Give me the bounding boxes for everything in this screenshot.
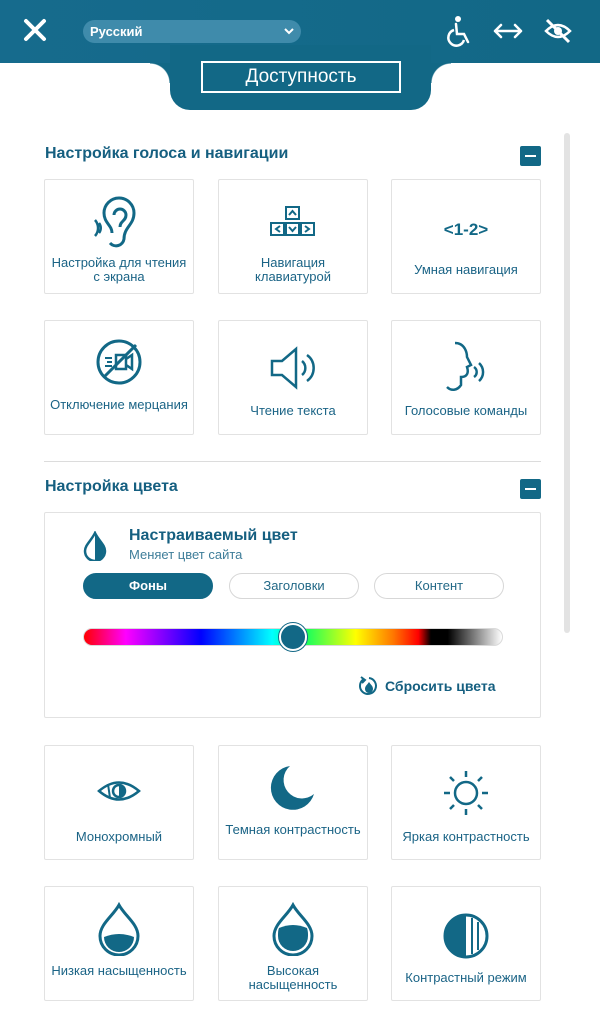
tile-voice-commands[interactable]: Голосовые команды [391, 320, 541, 435]
speaker-icon [270, 346, 315, 390]
tile-label: Голосовые команды [404, 403, 528, 418]
sun-icon [444, 771, 488, 815]
wheelchair-icon[interactable] [444, 14, 474, 48]
language-select[interactable]: Русский [83, 20, 301, 43]
tile-label: Яркая контрастность [402, 829, 530, 844]
section-title-color: Настройка цвета [45, 478, 178, 495]
tile-label: Монохромный [75, 829, 163, 844]
drop-half-icon [83, 531, 107, 561]
reset-colors-label: Сбросить цвета [385, 678, 496, 694]
moon-icon [270, 766, 314, 810]
tile-label: Умная навигация [414, 262, 518, 277]
tile-flicker-off[interactable]: Отключение мерцания [44, 320, 194, 435]
tile-monochrome[interactable]: Монохромный [44, 745, 194, 860]
section-title-voice-nav: Настройка голоса и навигации [45, 145, 289, 162]
tile-bright-contrast[interactable]: Яркая контрастность [391, 745, 541, 860]
tile-contrast-mode[interactable]: Контрастный режим [391, 886, 541, 1001]
eye-off-icon[interactable] [543, 14, 573, 48]
tile-label: Низкая насыщенность [51, 963, 187, 978]
voice-command-icon [446, 341, 485, 391]
tile-high-saturation[interactable]: Высокая насыщенность [218, 886, 368, 1001]
tile-label: Высокая насыщенность [248, 963, 338, 992]
drop-high-icon [272, 902, 314, 956]
contrast-circle-icon [443, 913, 489, 959]
scrollbar-thumb[interactable] [564, 133, 570, 633]
custom-color-panel: Настраиваемый цвет Меняет цвет сайта Фон… [44, 512, 541, 718]
tile-keyboard-navigation[interactable]: Навигация клавиатурой [218, 179, 368, 294]
tile-read-text[interactable]: Чтение текста [218, 320, 368, 435]
tile-label: Контрастный режим [405, 970, 527, 985]
color-slider-handle[interactable] [279, 623, 307, 651]
eye-monochrome-icon [97, 781, 141, 801]
flicker-off-icon [96, 339, 142, 385]
keyboard-keys-icon [270, 206, 315, 236]
chevron-down-icon [284, 28, 294, 35]
ear-icon [94, 196, 136, 248]
arrows-horizontal-icon[interactable] [492, 14, 524, 48]
tab-headings[interactable]: Заголовки [229, 573, 359, 599]
tile-dark-contrast[interactable]: Темная контрастность [218, 745, 368, 860]
tile-label: Чтение текста [250, 403, 336, 418]
page-title: Доступность [201, 61, 401, 93]
tab-content[interactable]: Контент [374, 573, 504, 599]
tile-low-saturation[interactable]: Низкая насыщенность [44, 886, 194, 1001]
tile-label: Навигация клавиатурой [255, 255, 331, 284]
smart-navigation-icon: <1-2> [443, 220, 489, 239]
section-divider [44, 461, 541, 462]
close-icon[interactable] [20, 15, 50, 45]
custom-color-subtitle: Меняет цвет сайта [129, 547, 243, 562]
drop-low-icon [98, 902, 140, 956]
tab-backgrounds[interactable]: Фоны [83, 573, 213, 599]
custom-color-title: Настраиваемый цвет [129, 527, 298, 544]
language-select-value: Русский [90, 24, 143, 39]
reset-icon [359, 676, 377, 695]
tile-label: Темная контрастность [225, 822, 361, 837]
tile-label: Отключение мерцания [50, 397, 188, 412]
tile-screen-reader[interactable]: Настройка для чтения с экрана [44, 179, 194, 294]
tile-smart-navigation[interactable]: <1-2> Умная навигация [391, 179, 541, 294]
collapse-voice-nav-button[interactable] [520, 146, 541, 166]
tile-label: Настройка для чтения с экрана [51, 255, 187, 284]
collapse-color-button[interactable] [520, 479, 541, 499]
title-tab: Доступность [150, 45, 451, 110]
